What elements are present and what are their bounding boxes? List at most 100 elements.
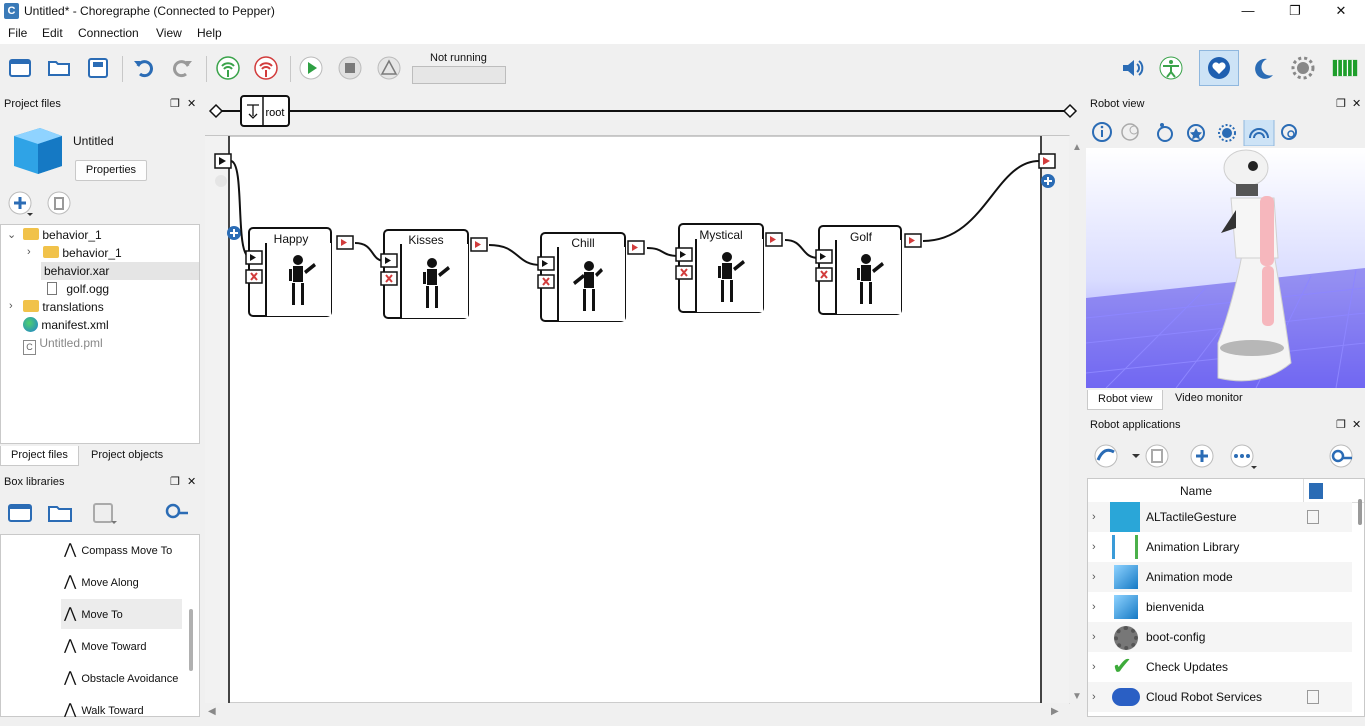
volume-icon[interactable]: [1118, 54, 1146, 82]
chevron-right-icon[interactable]: ›: [1092, 622, 1096, 652]
app-row-animation-mode[interactable]: › Animation mode: [1088, 562, 1352, 592]
settings-icon[interactable]: [1289, 54, 1317, 82]
menu-connection[interactable]: Connection: [78, 26, 139, 40]
tree-item-translations[interactable]: translations: [23, 298, 104, 316]
chevron-right-icon[interactable]: ›: [1092, 562, 1096, 592]
scroll-right-icon[interactable]: ▶: [1051, 706, 1059, 717]
save-project-icon[interactable]: [84, 54, 112, 82]
library-item-move-to[interactable]: ⋀ Move To: [64, 599, 123, 629]
close-icon[interactable]: ✕: [1352, 416, 1361, 434]
tree-item-golf-ogg[interactable]: golf.ogg: [47, 280, 109, 298]
chevron-down-icon[interactable]: ⌄: [7, 228, 16, 241]
vertical-scrollbar[interactable]: [1069, 136, 1083, 703]
float-icon[interactable]: ❐: [1336, 95, 1346, 113]
robot-3d-view[interactable]: [1086, 148, 1365, 388]
play-icon[interactable]: [297, 54, 325, 82]
star-icon[interactable]: [1187, 124, 1205, 142]
new-project-icon[interactable]: [6, 54, 34, 82]
add-input-icon[interactable]: [215, 175, 227, 187]
scroll-up-icon[interactable]: ▲: [1072, 142, 1082, 153]
close-icon[interactable]: ✕: [187, 473, 196, 491]
connect-icon[interactable]: [214, 54, 242, 82]
search-icon[interactable]: [1329, 444, 1353, 468]
chevron-right-icon[interactable]: ›: [9, 300, 13, 312]
project-tree: ⌄ behavior_1 › behavior_1 behavior.xar g…: [0, 224, 200, 444]
library-item-compass-move-to[interactable]: ⋀ Compass Move To: [64, 535, 172, 565]
library-item-obstacle-avoidance[interactable]: ⋀ Obstacle Avoidance: [64, 663, 178, 693]
tab-video-monitor[interactable]: Video monitor: [1165, 389, 1253, 407]
add-icon[interactable]: [1190, 444, 1214, 468]
tab-project-files[interactable]: Project files: [0, 446, 79, 466]
add-icon[interactable]: [6, 190, 36, 218]
properties-button[interactable]: Properties: [75, 160, 147, 181]
stop-icon[interactable]: [336, 54, 364, 82]
flow-diagram[interactable]: root ▲ ▼ ◀ ▶ Happy Kisses Chill Mystical…: [204, 93, 1083, 717]
tab-robot-view[interactable]: Robot view: [1087, 390, 1164, 410]
scrollbar-thumb[interactable]: [189, 609, 193, 671]
joints-icon[interactable]: [1121, 123, 1139, 141]
menu-view[interactable]: View: [156, 26, 182, 40]
scroll-left-icon[interactable]: ◀: [208, 706, 216, 717]
debug-icon[interactable]: [375, 54, 403, 82]
app-row-cloud-robot-services[interactable]: › Cloud Robot Services: [1088, 682, 1352, 712]
horizontal-scrollbar[interactable]: [205, 703, 1069, 717]
tree-item-behavior-folder[interactable]: behavior_1: [23, 226, 102, 244]
open-library-icon[interactable]: [46, 500, 74, 526]
tree-item-manifest[interactable]: manifest.xml: [23, 316, 109, 334]
scrollbar-thumb[interactable]: [1358, 499, 1362, 525]
animation-mode-icon[interactable]: [1157, 54, 1185, 82]
chevron-right-icon[interactable]: ›: [1092, 652, 1096, 682]
flow-canvas[interactable]: [204, 135, 1070, 704]
tree-item-untitled-pml[interactable]: C Untitled.pml: [23, 334, 103, 355]
scroll-down-icon[interactable]: ▼: [1072, 691, 1082, 702]
toolbar-separator: [122, 56, 123, 82]
sleep-icon[interactable]: [1250, 54, 1278, 82]
disconnect-icon[interactable]: [252, 54, 280, 82]
float-icon[interactable]: ❐: [170, 473, 180, 491]
menu-help[interactable]: Help: [197, 26, 222, 40]
delete-icon[interactable]: [45, 190, 75, 218]
tree-item-behavior-subfolder[interactable]: behavior_1: [43, 244, 122, 262]
tree-item-behavior-xar[interactable]: behavior.xar: [41, 262, 199, 280]
walk-icon: ⋀: [64, 541, 77, 558]
install-icon[interactable]: [1094, 444, 1140, 468]
info-icon[interactable]: [1092, 122, 1112, 142]
library-item-move-toward[interactable]: ⋀ Move Toward: [64, 631, 147, 661]
open-project-icon[interactable]: [45, 54, 73, 82]
close-icon[interactable]: ✕: [1352, 95, 1361, 113]
app-row-boot-config[interactable]: › boot-config: [1088, 622, 1352, 652]
chevron-right-icon[interactable]: ›: [1092, 502, 1096, 532]
redo-icon[interactable]: [168, 54, 196, 82]
chevron-right-icon[interactable]: ›: [1092, 682, 1096, 712]
app-row-bienvenida[interactable]: › bienvenida: [1088, 592, 1352, 622]
restore-icon[interactable]: ❐: [1285, 2, 1305, 20]
flag-column-icon[interactable]: [1309, 483, 1323, 499]
library-item-walk-toward[interactable]: ⋀ Walk Toward: [64, 695, 144, 725]
chevron-right-icon[interactable]: ›: [1092, 532, 1096, 562]
motion-icon[interactable]: [1157, 123, 1173, 142]
chevron-right-icon[interactable]: ›: [27, 246, 31, 258]
column-name-header[interactable]: Name: [1180, 484, 1212, 498]
close-icon[interactable]: ✕: [187, 95, 196, 113]
package-icon[interactable]: [1230, 444, 1257, 469]
zoom-icon[interactable]: [1281, 124, 1297, 140]
menu-file[interactable]: File: [8, 26, 27, 40]
chevron-right-icon[interactable]: ›: [1092, 592, 1096, 622]
new-library-icon[interactable]: [6, 500, 34, 526]
app-row-altactilegesture[interactable]: › ALTactileGesture: [1088, 502, 1352, 532]
app-row-animation-library[interactable]: › Animation Library: [1088, 532, 1352, 562]
autonomous-life-icon[interactable]: [1199, 50, 1239, 86]
close-icon[interactable]: ✕: [1331, 2, 1351, 20]
tab-project-objects[interactable]: Project objects: [81, 446, 173, 464]
float-icon[interactable]: ❐: [170, 95, 180, 113]
search-icon[interactable]: [163, 500, 191, 526]
app-row-check-updates[interactable]: › ✔ Check Updates: [1088, 652, 1352, 682]
float-icon[interactable]: ❐: [1336, 416, 1346, 434]
save-library-icon[interactable]: [90, 500, 120, 526]
settings-icon[interactable]: [1218, 124, 1236, 142]
minimize-icon[interactable]: —: [1238, 2, 1258, 20]
library-item-move-along[interactable]: ⋀ Move Along: [64, 567, 139, 597]
delete-icon[interactable]: [1145, 444, 1169, 468]
undo-icon[interactable]: [130, 54, 158, 82]
menu-edit[interactable]: Edit: [42, 26, 63, 40]
